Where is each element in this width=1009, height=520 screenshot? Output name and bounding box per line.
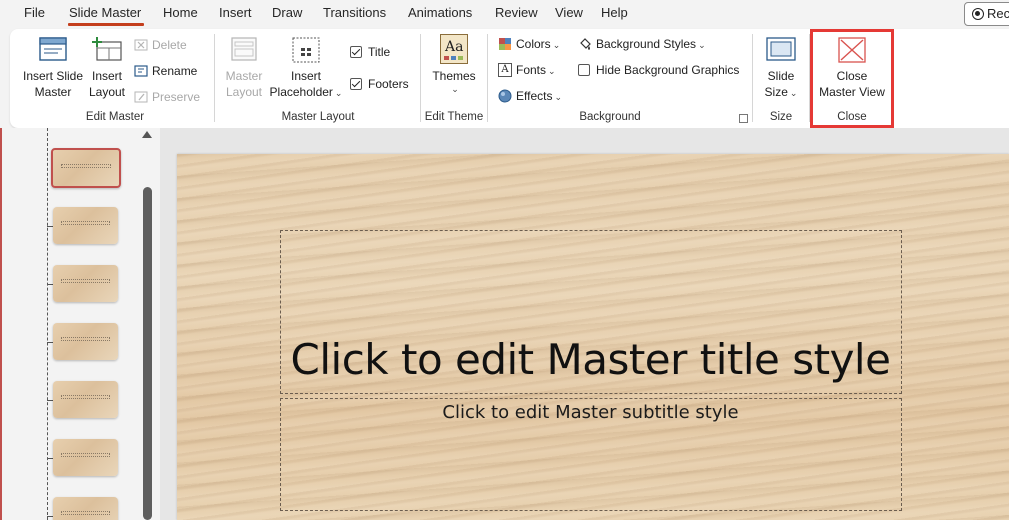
scroll-up-arrow-icon[interactable] [142, 131, 152, 138]
rename-label: Rename [152, 64, 198, 78]
master-layout-label-2: Layout [225, 85, 263, 99]
pane-edge [0, 128, 2, 520]
insert-slide-master-label-1: Insert Slide [22, 69, 84, 83]
slide-master-thumbnail[interactable] [51, 148, 121, 188]
insert-layout-label-2: Layout [88, 85, 126, 99]
chevron-down-icon: ⌄ [789, 88, 798, 98]
rename-button[interactable]: Rename [134, 62, 197, 80]
group-label-size: Size [769, 111, 793, 123]
insert-slide-master-icon [39, 37, 67, 61]
layout-thumbnail[interactable] [53, 207, 118, 244]
chevron-down-icon: ⌄ [334, 88, 343, 98]
record-button-label: Rec [987, 6, 1009, 21]
color-palette-icon [499, 37, 511, 50]
chevron-down-icon: ⌄ [548, 66, 556, 76]
colors-label: Colors [516, 37, 551, 51]
title-checkbox[interactable]: Title [350, 43, 390, 61]
tab-animations[interactable]: Animations [408, 5, 472, 20]
insert-placeholder-button[interactable]: Insert Placeholder ⌄ [268, 36, 344, 101]
active-tab-indicator [68, 23, 144, 26]
footers-checkbox-label: Footers [368, 77, 409, 91]
slide-size-button[interactable]: Slide Size ⌄ [760, 36, 802, 101]
preserve-label: Preserve [152, 90, 201, 104]
record-icon [972, 8, 984, 20]
chevron-down-icon: ⌄ [698, 40, 706, 50]
delete-slide-icon [134, 39, 148, 51]
tab-draw[interactable]: Draw [272, 5, 302, 20]
effects-button[interactable]: Effects ⌄ [498, 87, 562, 105]
insert-layout-button[interactable]: Insert Layout [88, 36, 126, 100]
master-subtitle-text[interactable]: Click to edit Master subtitle style [280, 402, 901, 424]
layout-thumbnail[interactable] [53, 265, 118, 302]
scrollbar-thumb[interactable] [143, 187, 152, 520]
tab-view[interactable]: View [555, 5, 583, 20]
layout-thumbnail[interactable] [53, 381, 118, 418]
master-hierarchy-line [47, 128, 48, 520]
ribbon-separator [487, 34, 488, 122]
ribbon-separator [214, 34, 215, 122]
tab-slide-master[interactable]: Slide Master [69, 5, 141, 20]
master-layout-button[interactable]: Master Layout [222, 36, 266, 100]
tab-transitions[interactable]: Transitions [323, 5, 386, 20]
title-checkbox-label: Title [368, 45, 391, 59]
themes-button[interactable]: Aa Themes ⌄ [430, 34, 478, 94]
delete-button[interactable]: Delete [134, 36, 187, 54]
insert-placeholder-label-2: Placeholder [269, 85, 333, 99]
ribbon-separator [420, 34, 421, 122]
chevron-down-icon: ⌄ [554, 92, 563, 102]
insert-layout-icon [92, 37, 122, 61]
themes-icon: Aa [440, 34, 468, 64]
delete-label: Delete [152, 38, 187, 52]
title-checkbox-box[interactable] [350, 45, 362, 58]
preserve-pin-icon [134, 91, 148, 103]
fonts-icon: A [498, 62, 512, 77]
ribbon-separator [752, 34, 753, 122]
background-styles-label: Background Styles [596, 37, 697, 51]
paint-bucket-icon [580, 37, 591, 50]
group-label-master-layout: Master Layout [281, 111, 355, 123]
master-layout-label-1: Master [225, 69, 263, 83]
slide-size-label-1: Slide [767, 69, 795, 83]
hide-background-graphics-checkbox[interactable]: Hide Background Graphics [578, 61, 739, 79]
insert-slide-master-button[interactable]: Insert Slide Master [22, 36, 84, 100]
tab-review[interactable]: Review [495, 5, 538, 20]
layout-thumbnail[interactable] [53, 497, 118, 520]
tab-home[interactable]: Home [163, 5, 198, 20]
layout-thumbnail[interactable] [53, 439, 118, 476]
preserve-button[interactable]: Preserve [134, 88, 200, 106]
effects-icon [498, 89, 512, 103]
insert-placeholder-icon [292, 37, 320, 63]
rename-icon [134, 65, 148, 77]
footers-checkbox-box[interactable] [350, 77, 362, 90]
close-group-highlight [810, 29, 894, 128]
background-styles-button[interactable]: Background Styles ⌄ [578, 35, 706, 53]
tab-insert[interactable]: Insert [219, 5, 252, 20]
hide-background-graphics-box[interactable] [578, 63, 590, 76]
dialog-launcher-icon[interactable] [739, 114, 748, 123]
fonts-button[interactable]: A Fonts ⌄ [498, 61, 556, 79]
insert-slide-master-label-2: Master [34, 85, 72, 99]
effects-label: Effects [516, 89, 553, 103]
insert-layout-label-1: Insert [91, 69, 122, 83]
hide-background-graphics-label: Hide Background Graphics [596, 63, 740, 77]
group-label-edit-master: Edit Master [85, 111, 145, 123]
group-label-edit-theme: Edit Theme [424, 111, 484, 123]
layout-thumbnail[interactable] [53, 323, 118, 360]
group-label-background: Background [579, 111, 641, 123]
record-button[interactable]: Rec [964, 2, 1009, 26]
tab-help[interactable]: Help [601, 5, 628, 20]
chevron-down-icon: ⌄ [451, 84, 459, 94]
master-title-text[interactable]: Click to edit Master title style [280, 334, 901, 386]
menu-bar: File Slide Master Home Insert Draw Trans… [0, 0, 1009, 28]
colors-button[interactable]: Colors ⌄ [498, 35, 560, 53]
slide-size-icon [766, 37, 796, 61]
tab-file[interactable]: File [24, 5, 45, 20]
footers-checkbox[interactable]: Footers [350, 75, 409, 93]
master-layout-icon [231, 37, 257, 61]
fonts-label: Fonts [516, 63, 547, 77]
insert-placeholder-label-1: Insert [290, 69, 321, 83]
chevron-down-icon: ⌄ [552, 40, 561, 50]
slide-size-label-2: Size [764, 85, 788, 99]
themes-label: Themes [432, 69, 476, 83]
